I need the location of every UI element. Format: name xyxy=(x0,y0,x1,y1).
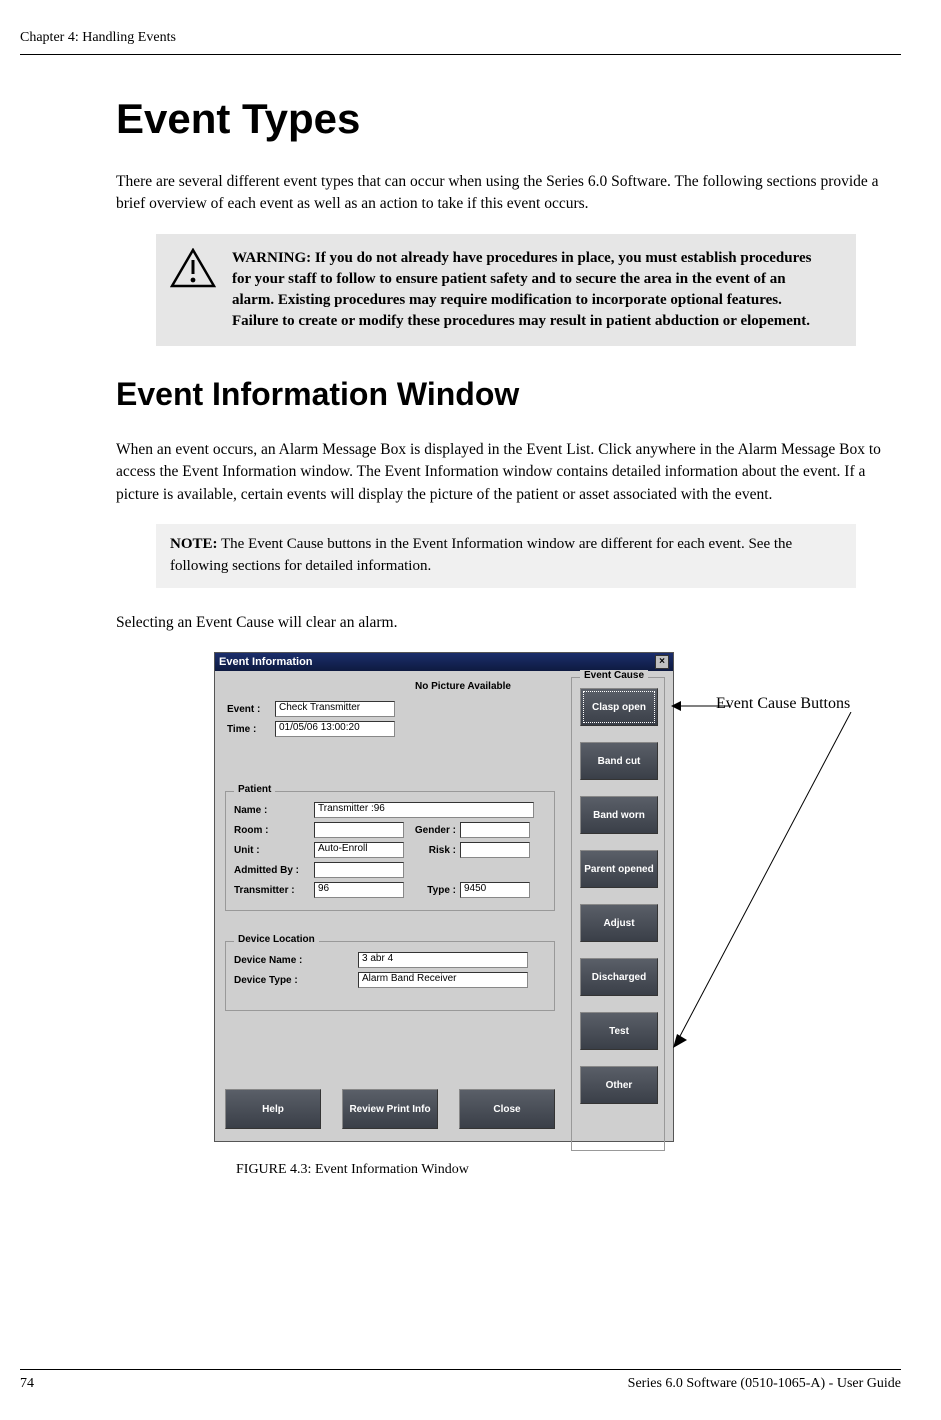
clasp-open-button[interactable]: Clasp open xyxy=(580,688,658,726)
dialog-title: Event Information xyxy=(219,656,313,668)
section-paragraph: When an event occurs, an Alarm Message B… xyxy=(116,439,896,506)
time-label: Time : xyxy=(227,724,271,735)
time-field[interactable]: 01/05/06 13:00:20 xyxy=(275,721,395,737)
adjust-button[interactable]: Adjust xyxy=(580,904,658,942)
type-field[interactable]: 9450 xyxy=(460,882,530,898)
admitted-field[interactable] xyxy=(314,862,404,878)
band-cut-button[interactable]: Band cut xyxy=(580,742,658,780)
risk-label: Risk : xyxy=(408,845,456,856)
figure-caption: FIGURE 4.3: Event Information Window xyxy=(236,1162,896,1178)
intro-paragraph: There are several different event types … xyxy=(116,171,896,216)
page-number: 74 xyxy=(20,1376,34,1392)
type-label: Type : xyxy=(408,885,456,896)
event-cause-group: Event Cause Clasp open Band cut Band wor… xyxy=(571,677,665,1151)
transmitter-label: Transmitter : xyxy=(234,885,310,896)
event-label: Event : xyxy=(227,704,271,715)
dialog-titlebar[interactable]: Event Information × xyxy=(215,653,673,671)
unit-label: Unit : xyxy=(234,845,310,856)
callout-label: Event Cause Buttons xyxy=(716,694,850,715)
warning-text: WARNING: If you do not already have proc… xyxy=(232,248,816,332)
header-rule xyxy=(20,54,901,55)
gender-field[interactable] xyxy=(460,822,530,838)
risk-field[interactable] xyxy=(460,842,530,858)
clear-alarm-text: Selecting an Event Cause will clear an a… xyxy=(116,612,896,634)
name-field[interactable]: Transmitter :96 xyxy=(314,802,534,818)
help-button[interactable]: Help xyxy=(225,1089,321,1129)
discharged-button[interactable]: Discharged xyxy=(580,958,658,996)
warning-triangle-icon xyxy=(170,248,216,288)
device-location-group: Device Location Device Name : 3 abr 4 De… xyxy=(225,941,555,1011)
chapter-header: Chapter 4: Handling Events xyxy=(20,30,901,46)
device-type-field[interactable]: Alarm Band Receiver xyxy=(358,972,528,988)
note-text: The Event Cause buttons in the Event Inf… xyxy=(170,536,792,574)
device-group-title: Device Location xyxy=(234,934,319,945)
event-information-dialog: Event Information × No Picture Available… xyxy=(214,652,674,1142)
patient-group-title: Patient xyxy=(234,784,275,795)
event-cause-title: Event Cause xyxy=(580,670,648,681)
event-field[interactable]: Check Transmitter xyxy=(275,701,395,717)
device-type-label: Device Type : xyxy=(234,975,354,986)
doc-title: Series 6.0 Software (0510-1065-A) - User… xyxy=(628,1376,901,1392)
room-label: Room : xyxy=(234,825,310,836)
name-label: Name : xyxy=(234,805,310,816)
admitted-label: Admitted By : xyxy=(234,865,310,876)
page-footer: 74 Series 6.0 Software (0510-1065-A) - U… xyxy=(20,1369,901,1392)
footer-rule xyxy=(20,1369,901,1370)
close-button[interactable]: Close xyxy=(459,1089,555,1129)
transmitter-field[interactable]: 96 xyxy=(314,882,404,898)
no-picture-label: No Picture Available xyxy=(415,681,511,692)
device-name-label: Device Name : xyxy=(234,955,354,966)
parent-opened-button[interactable]: Parent opened xyxy=(580,850,658,888)
figure-area: Event Information × No Picture Available… xyxy=(116,652,896,1152)
review-print-info-button[interactable]: Review Print Info xyxy=(342,1089,438,1129)
gender-label: Gender : xyxy=(408,825,456,836)
note-label: NOTE: xyxy=(170,536,218,552)
callout-arrow-down-icon xyxy=(671,712,861,1052)
device-name-field[interactable]: 3 abr 4 xyxy=(358,952,528,968)
patient-group: Patient Name : Transmitter :96 Room : Ge… xyxy=(225,791,555,911)
note-box: NOTE: The Event Cause buttons in the Eve… xyxy=(156,524,856,588)
section-title: Event Information Window xyxy=(116,376,896,413)
warning-box: WARNING: If you do not already have proc… xyxy=(156,234,856,346)
room-field[interactable] xyxy=(314,822,404,838)
test-button[interactable]: Test xyxy=(580,1012,658,1050)
close-icon[interactable]: × xyxy=(655,655,669,669)
unit-field[interactable]: Auto-Enroll xyxy=(314,842,404,858)
other-button[interactable]: Other xyxy=(580,1066,658,1104)
page-title: Event Types xyxy=(116,95,896,143)
band-worn-button[interactable]: Band worn xyxy=(580,796,658,834)
